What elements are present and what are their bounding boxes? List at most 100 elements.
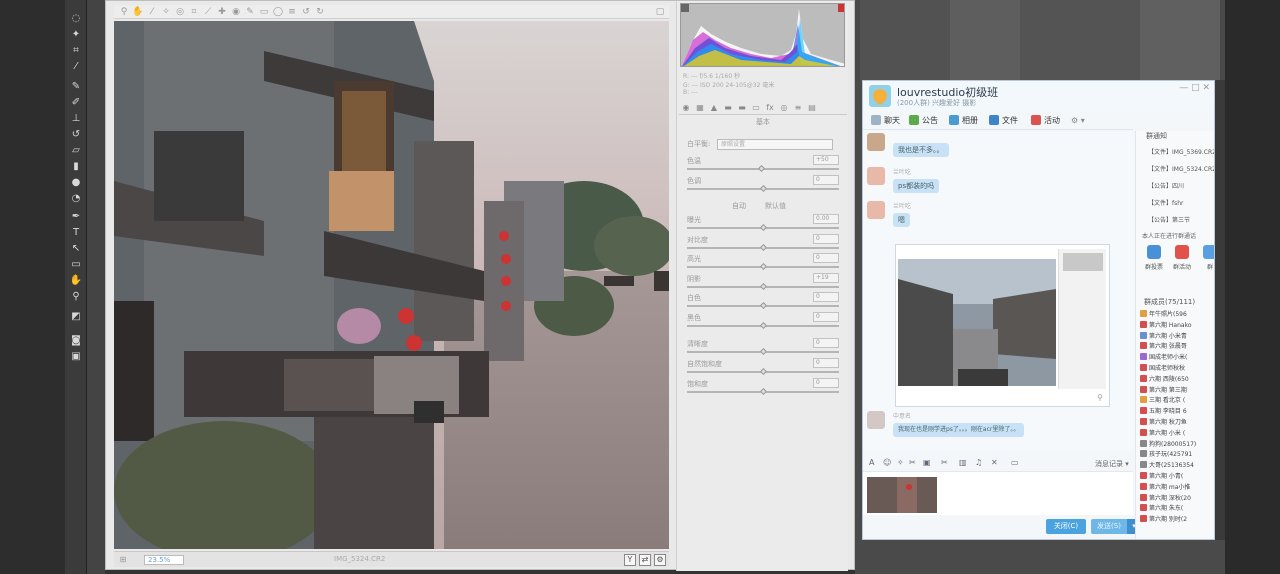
member-item[interactable]: 狗狗(28000517) (1140, 439, 1214, 448)
slider-value[interactable]: +19 (813, 272, 839, 283)
notice-item[interactable]: 【文件】IMG_5369.CR2 (1148, 147, 1214, 156)
hsl-tab-icon[interactable]: ▬ (723, 103, 733, 113)
magic-wand-icon[interactable]: ✦ (68, 28, 84, 42)
white-balance-icon[interactable]: ⁄ (146, 6, 158, 18)
member-item[interactable]: 第六期 深秋(20 (1140, 493, 1214, 502)
nav-chat[interactable]: 聊天 (871, 114, 900, 128)
targeted-adjust-icon[interactable]: ◎ (174, 6, 186, 18)
eraser-icon[interactable]: ▱ (68, 144, 84, 158)
gift-icon[interactable]: ▥ (959, 458, 967, 467)
member-item[interactable]: 第六期 小米青 (1140, 331, 1214, 340)
slider-knob[interactable] (759, 387, 768, 396)
pen-tool-icon[interactable]: ✒ (68, 210, 84, 224)
graduated-filter-icon[interactable]: ▭ (258, 6, 270, 18)
crop-tool-icon[interactable]: ⌗ (68, 44, 84, 58)
message-history-link[interactable]: 消息记录 ▾ (1095, 459, 1129, 469)
font-icon[interactable]: A (869, 458, 874, 467)
crop-icon[interactable]: ⌗ (188, 6, 200, 18)
member-item[interactable]: 第六期 秋刀鱼 (1140, 417, 1214, 426)
hand-icon[interactable]: ✋ (132, 6, 144, 18)
detail-tab-icon[interactable]: ▲ (709, 103, 719, 113)
split-tone-tab-icon[interactable]: ▬ (737, 103, 747, 113)
red-eye-icon[interactable]: ◉ (230, 6, 242, 18)
slider-value[interactable]: 0 (813, 253, 839, 263)
zoom-tool-icon[interactable]: ⚲ (68, 290, 84, 304)
clone-stamp-icon[interactable]: ⊥ (68, 112, 84, 126)
tint-value[interactable]: 0 (813, 175, 839, 185)
notice-item[interactable]: 【公告】四川 (1148, 181, 1184, 190)
slider-value[interactable]: 0 (813, 378, 839, 388)
slider-value[interactable]: 0 (813, 338, 839, 348)
member-item[interactable]: 国成老师小米( (1140, 352, 1214, 361)
adjust-brush-icon[interactable]: ✎ (244, 6, 256, 18)
send-button[interactable]: 发送(S) (1091, 519, 1127, 534)
quick-mask-icon[interactable]: ◙ (68, 334, 84, 348)
user-avatar[interactable] (867, 133, 885, 151)
member-item[interactable]: 第六期 别时(2 (1140, 514, 1214, 523)
pasted-image[interactable] (867, 477, 937, 513)
member-item[interactable]: 第六期 Hanako (1140, 320, 1214, 329)
music-icon[interactable]: ♫ (975, 458, 982, 467)
lasso-tool-icon[interactable]: ◌ (68, 12, 84, 26)
member-item[interactable]: 大哥(25136354 (1140, 460, 1214, 469)
fullscreen-icon[interactable]: ▢ (654, 6, 666, 18)
slider-knob[interactable] (759, 282, 768, 290)
snapshots-tab-icon[interactable]: ▤ (807, 103, 817, 113)
screenshot-icon[interactable]: ✂ (941, 458, 948, 467)
slider-value[interactable]: 0 (813, 233, 839, 244)
message-input[interactable] (863, 471, 1133, 515)
member-item[interactable]: 六期 西陵(650 (1140, 374, 1214, 383)
group-avatar[interactable] (869, 85, 891, 107)
swap-icon[interactable]: ⇄ (639, 554, 651, 566)
rotate-left-icon[interactable]: ↺ (300, 6, 312, 18)
slider-value[interactable]: 0.00 (813, 214, 839, 224)
scissors-icon[interactable]: ✂ (909, 458, 916, 467)
path-select-icon[interactable]: ↖ (68, 242, 84, 256)
member-item[interactable]: 孩子玩(425791 (1140, 449, 1214, 458)
camera-calibration-icon[interactable]: ◎ (779, 103, 789, 113)
member-item[interactable]: 年牛照片(596 (1140, 309, 1214, 318)
notice-item[interactable]: 【公告】第三节 (1148, 215, 1190, 224)
nav-album[interactable]: 相册 (949, 114, 978, 128)
lens-tab-icon[interactable]: ▭ (751, 103, 761, 113)
healing-brush-icon[interactable]: ✎ (68, 80, 84, 94)
nav-file[interactable]: 文件 (989, 114, 1018, 128)
member-item[interactable]: 第六期 朱东( (1140, 503, 1214, 512)
slider-knob[interactable] (759, 262, 768, 271)
slider-value[interactable]: 0 (813, 358, 839, 368)
ongoing-call[interactable]: 本人正在进行群通话 (1142, 231, 1196, 240)
slider-knob[interactable] (759, 301, 768, 310)
radial-filter-icon[interactable]: ◯ (272, 6, 284, 18)
straighten-icon[interactable]: ⟋ (202, 6, 214, 18)
effects-tab-icon[interactable]: fx (765, 103, 775, 113)
slider-knob[interactable] (759, 243, 768, 251)
type-tool-icon[interactable]: T (68, 226, 84, 240)
tint-knob[interactable] (759, 184, 768, 193)
spot-removal-icon[interactable]: ✚ (216, 6, 228, 18)
member-item[interactable]: 五期 李晓目 6 (1140, 406, 1214, 415)
slider-value[interactable]: 0 (813, 311, 839, 322)
member-item[interactable]: 第六期 第三期 (1140, 385, 1214, 394)
temperature-knob[interactable] (757, 164, 766, 173)
activity-app[interactable]: 群活动 (1170, 245, 1194, 271)
gradient-tool-icon[interactable]: ▮ (68, 160, 84, 174)
member-item[interactable]: 第六期 张晨哥 (1140, 341, 1214, 350)
emoji-icon[interactable]: ☺ (883, 458, 891, 467)
member-item[interactable]: 第六期 小米 ( (1140, 428, 1214, 437)
shape-tool-icon[interactable]: ▭ (68, 258, 84, 272)
member-item[interactable]: 国成老师秋秋 (1140, 363, 1214, 372)
nav-activity[interactable]: 活动 (1031, 114, 1060, 128)
more-app[interactable]: 群 (1198, 245, 1214, 271)
eyedropper-icon[interactable]: ⁄ (68, 60, 84, 74)
member-item[interactable]: 第六期 ma小推 (1140, 482, 1214, 491)
vote-app[interactable]: 群投票 (1142, 245, 1166, 271)
presets-tab-icon[interactable]: ≡ (793, 103, 803, 113)
settings-icon[interactable]: ⚙ (654, 554, 666, 566)
white-balance-select[interactable]: 原照设置 (717, 139, 833, 150)
member-item[interactable]: 三期 看北京 ( (1140, 395, 1214, 404)
user-avatar[interactable] (867, 411, 885, 429)
blur-tool-icon[interactable]: ● (68, 176, 84, 190)
slider-knob[interactable] (759, 321, 768, 329)
slider-knob[interactable] (759, 367, 768, 376)
grid-icon[interactable]: ⊞ (118, 555, 128, 565)
